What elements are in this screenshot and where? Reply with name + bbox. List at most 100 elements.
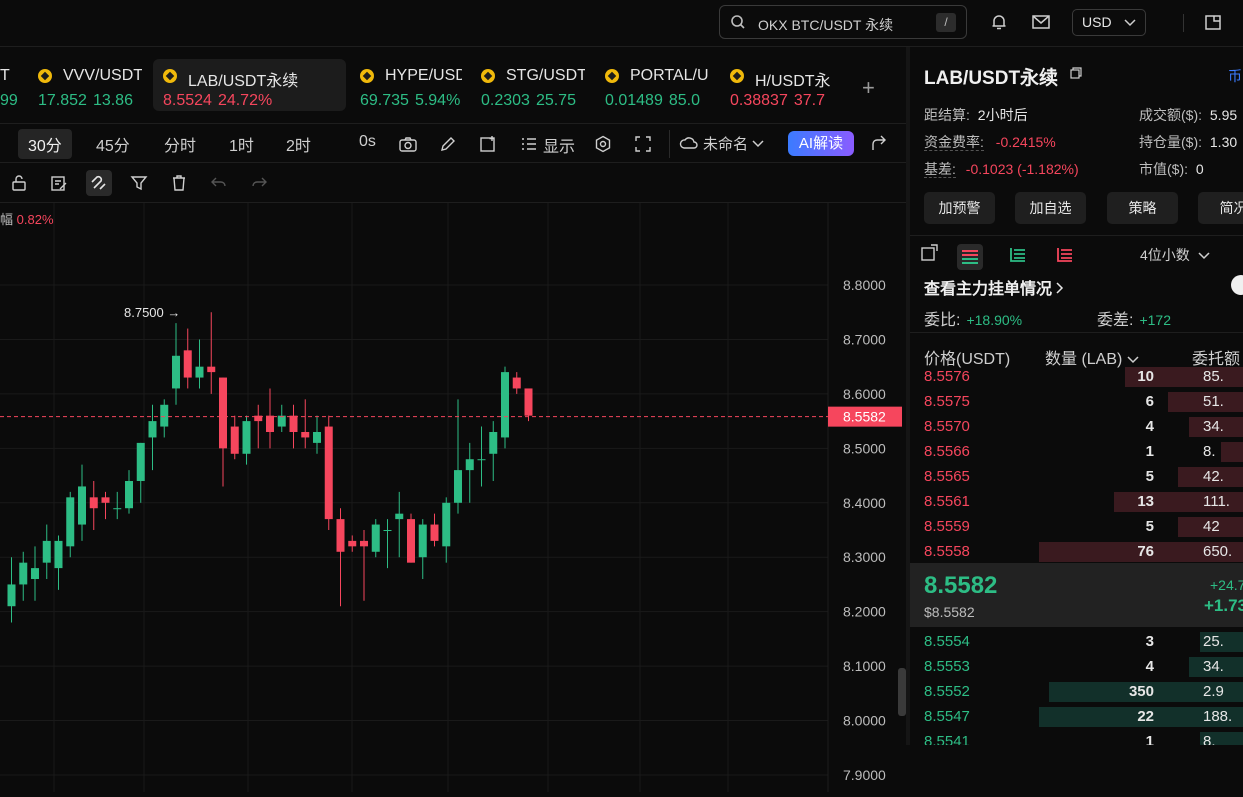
timeframe-2h[interactable]: 2时 bbox=[286, 132, 311, 156]
bid-row[interactable]: 8.5541 1 8. bbox=[910, 729, 1243, 745]
overview-button[interactable]: 简况 bbox=[1198, 192, 1243, 224]
order-quantity: 10 bbox=[1137, 368, 1154, 385]
timeframe-1h[interactable]: 1时 bbox=[229, 132, 254, 156]
chevron-down-icon[interactable] bbox=[752, 140, 764, 148]
scroll-handle[interactable] bbox=[898, 668, 906, 716]
main-orders-link[interactable]: 查看主力挂单情况 bbox=[924, 275, 1064, 299]
symbol-panel: LAB/USDT永续 币 距结算: 2小时后 成交额($): 5.95 资金费率… bbox=[910, 47, 1243, 745]
chart-canvas[interactable]: 8.8000 8.7000 8.6000 8.5000 8.4000 8.3000 8.20… bbox=[0, 203, 906, 792]
currency-select[interactable]: USD bbox=[1072, 9, 1146, 36]
timeframe-line[interactable]: 分时 bbox=[164, 132, 196, 156]
tab-change: 37.7 bbox=[793, 92, 825, 109]
trash-icon[interactable] bbox=[170, 174, 188, 192]
ask-row[interactable]: 8.5565 5 42. bbox=[910, 464, 1243, 489]
divider bbox=[910, 332, 1243, 333]
divider bbox=[1183, 14, 1184, 32]
symbol-tab-active[interactable]: LAB/USDT永续 8.5524 24.72% bbox=[153, 59, 346, 111]
copy-icon[interactable] bbox=[1070, 67, 1082, 79]
symbol-tab[interactable]: H/USDT永 0.38837 37.7 bbox=[720, 59, 836, 111]
symbol-tab[interactable]: HYPE/USD 69.735 5.94% bbox=[350, 59, 462, 111]
timeframe-30m[interactable]: 30分 bbox=[18, 129, 72, 159]
tab-change: 85.0 bbox=[668, 92, 700, 109]
candle-body bbox=[407, 519, 415, 563]
candle-body bbox=[266, 415, 274, 432]
settings-icon[interactable] bbox=[594, 135, 612, 153]
orderbook-both-icon[interactable] bbox=[957, 244, 983, 270]
order-quantity: 6 bbox=[1145, 393, 1154, 410]
toggle-switch[interactable] bbox=[1231, 275, 1243, 295]
order-quantity: 4 bbox=[1145, 418, 1154, 435]
ai-analysis-button[interactable]: AI解读 bbox=[788, 131, 854, 156]
decimals-value: 4位小数 bbox=[1140, 247, 1190, 263]
timeframe-45m[interactable]: 45分 bbox=[96, 132, 130, 156]
order-quantity: 22 bbox=[1137, 708, 1154, 725]
chevron-down-icon bbox=[1198, 252, 1210, 260]
symbol-tab[interactable]: STG/USDT 0.2303 25.75 bbox=[471, 59, 585, 111]
fullscreen-icon[interactable] bbox=[634, 135, 652, 153]
symbol-tab[interactable]: PORTAL/U 0.01489 85.0 bbox=[595, 59, 710, 111]
tab-symbol: STG/USDT bbox=[506, 67, 585, 84]
candle-body bbox=[160, 404, 169, 427]
pencil-icon[interactable] bbox=[439, 135, 457, 153]
window-icon[interactable] bbox=[1204, 13, 1222, 31]
high-marker: 8.7500 → bbox=[124, 305, 180, 320]
magnet-icon[interactable] bbox=[86, 170, 112, 196]
add-watchlist-button[interactable]: 加自选 bbox=[1015, 192, 1086, 224]
candle-body bbox=[136, 442, 145, 481]
ask-row[interactable]: 8.5559 5 42 bbox=[910, 514, 1243, 539]
camera-icon[interactable] bbox=[398, 135, 418, 153]
tab-price: 99 bbox=[0, 92, 18, 109]
bid-row[interactable]: 8.5554 3 25. bbox=[910, 629, 1243, 654]
candlestick-chart[interactable]: 幅 0.82% 8.8000 8.7000 8.6000 8.5000 8.4000 8.… bbox=[0, 203, 906, 792]
orderbook-bids-icon[interactable] bbox=[1008, 244, 1028, 264]
symbol-tab[interactable]: T 99 bbox=[0, 59, 20, 111]
filter-icon[interactable] bbox=[130, 174, 148, 192]
ask-row[interactable]: 8.5558 76 650. bbox=[910, 539, 1243, 564]
lock-icon[interactable] bbox=[10, 174, 28, 192]
chart-info: 幅 0.82% bbox=[0, 209, 54, 228]
mid-change-abs: +1.73 bbox=[1204, 596, 1243, 615]
redo-icon[interactable] bbox=[250, 174, 268, 192]
bid-ask-ratio: 委比: +18.90% bbox=[924, 306, 1022, 330]
decimals-select[interactable]: 4位小数 bbox=[1140, 245, 1210, 265]
undo-icon[interactable] bbox=[210, 174, 228, 192]
ask-row[interactable]: 8.5575 6 51. bbox=[910, 389, 1243, 414]
ask-row[interactable]: 8.5561 13 111. bbox=[910, 489, 1243, 514]
ask-row[interactable]: 8.5566 1 8. bbox=[910, 439, 1243, 464]
share-icon[interactable] bbox=[870, 135, 888, 153]
ask-row[interactable]: 8.5570 4 34. bbox=[910, 414, 1243, 439]
stat-value: -0.1023 (-1.182%) bbox=[965, 161, 1079, 177]
bid-row[interactable]: 8.5552 350 2.9 bbox=[910, 679, 1243, 704]
countdown[interactable]: 0s bbox=[359, 133, 376, 151]
y-tick-label: 8.4000 bbox=[843, 495, 886, 511]
strategy-button[interactable]: 策略 bbox=[1107, 192, 1178, 224]
ask-row[interactable]: 8.5576 10 85. bbox=[910, 364, 1243, 389]
add-tab-button[interactable]: + bbox=[862, 75, 875, 101]
tab-price: 17.852 bbox=[38, 92, 87, 109]
mail-icon[interactable] bbox=[1031, 13, 1051, 31]
coin-info-link[interactable]: 币 bbox=[1228, 66, 1242, 86]
add-alert-button[interactable]: 加预警 bbox=[924, 192, 995, 224]
stat-value: -0.2415% bbox=[995, 134, 1056, 150]
add-indicator-icon[interactable] bbox=[479, 135, 497, 153]
layout-name[interactable]: 未命名 bbox=[703, 133, 748, 154]
order-total: 111. bbox=[1203, 493, 1230, 510]
tab-price: 0.01489 bbox=[605, 92, 663, 109]
stat-label: 距结算: bbox=[924, 107, 970, 123]
bell-icon[interactable] bbox=[990, 13, 1008, 31]
tab-price: 0.2303 bbox=[481, 92, 530, 109]
edit-note-icon[interactable] bbox=[50, 174, 68, 192]
expand-icon[interactable] bbox=[920, 244, 938, 262]
coin-icon bbox=[163, 69, 177, 83]
display-menu[interactable]: 显示 bbox=[543, 133, 575, 157]
symbol-tab[interactable]: VVV/USDT 17.852 13.86 bbox=[28, 59, 142, 111]
bid-row[interactable]: 8.5547 22 188. bbox=[910, 704, 1243, 729]
orderbook-asks-icon[interactable] bbox=[1055, 244, 1075, 264]
bid-row[interactable]: 8.5553 4 34. bbox=[910, 654, 1243, 679]
order-price: 8.5541 bbox=[924, 733, 970, 745]
mid-price-block: 8.5582 $8.5582 +24.7 +1.73 bbox=[910, 563, 1243, 627]
candle-body bbox=[383, 530, 392, 531]
currency-value: USD bbox=[1082, 14, 1112, 30]
candle-body bbox=[371, 524, 380, 552]
search-box[interactable]: OKX BTC/USDT 永续 / bbox=[719, 5, 967, 39]
